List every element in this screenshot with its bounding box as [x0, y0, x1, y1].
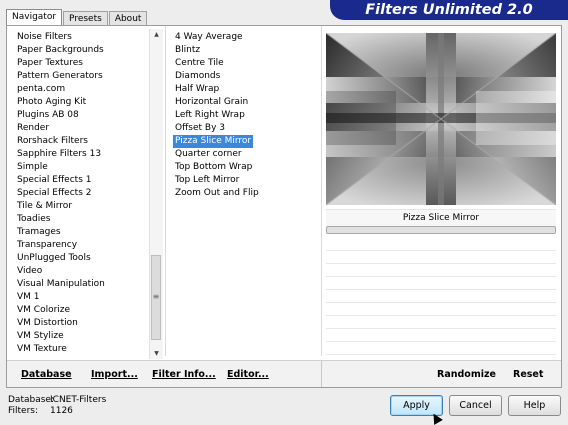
category-item[interactable]: VM 1 [15, 291, 150, 304]
filter-item[interactable]: Pizza Slice Mirror [173, 135, 254, 148]
filter-item[interactable]: Centre Tile [173, 57, 323, 70]
tab-presets[interactable]: Presets [63, 11, 108, 26]
help-button[interactable]: Help [508, 395, 561, 416]
category-item[interactable]: Simple [15, 161, 150, 174]
filter-item[interactable]: Top Left Mirror [173, 174, 323, 187]
filter-item[interactable]: Blintz [173, 44, 323, 57]
database-label: Database: [8, 395, 54, 405]
filter-item[interactable]: Left Right Wrap [173, 109, 323, 122]
database-info: Database: ICNET-Filters Filters: 1126 [8, 395, 158, 417]
tab-navigator[interactable]: Navigator [6, 9, 63, 26]
category-item[interactable]: Plugins AB 08 [15, 109, 150, 122]
category-item[interactable]: UnPlugged Tools [15, 252, 150, 265]
category-item[interactable]: Sapphire Filters 13 [15, 148, 150, 161]
category-item[interactable]: Render [15, 122, 150, 135]
preview-progress-bar [326, 226, 556, 234]
divider [321, 361, 322, 387]
category-item[interactable]: Transparency [15, 239, 150, 252]
tab-about[interactable]: About [108, 11, 148, 26]
category-item[interactable]: Video [15, 265, 150, 278]
filter-list[interactable]: 4 Way Average Blintz Centre Tile Diamonds Ha… [173, 31, 323, 200]
category-item[interactable]: Toadies [15, 213, 150, 226]
category-item[interactable]: Visual Manipulation [15, 278, 150, 291]
filter-item[interactable]: Diamonds [173, 70, 323, 83]
cancel-button[interactable]: Cancel [449, 395, 502, 416]
database-value: ICNET-Filters [50, 395, 107, 405]
scroll-up-icon[interactable]: ▲ [150, 29, 163, 40]
reset-button[interactable]: Reset [513, 368, 543, 381]
filter-item[interactable]: Offset By 3 [173, 122, 323, 135]
category-list[interactable]: Noise Filters Paper Backgrounds Paper Text… [15, 31, 150, 355]
panel-toolbar: Database Import... Filter Info... Editor… [7, 360, 561, 387]
divider [321, 26, 322, 356]
tab-bar: Navigator Presets About [6, 9, 148, 26]
category-item[interactable]: Paper Textures [15, 57, 150, 70]
category-item[interactable]: penta.com [15, 83, 150, 96]
filter-item[interactable]: Quarter corner [173, 148, 323, 161]
category-item[interactable]: Photo Aging Kit [15, 96, 150, 109]
category-item[interactable]: Pattern Generators [15, 70, 150, 83]
database-button[interactable]: Database [21, 368, 72, 381]
filter-item[interactable]: Zoom Out and Flip [173, 187, 323, 200]
app-logo: Filters Unlimited 2.0 [330, 0, 568, 20]
category-item[interactable]: VM Colorize [15, 304, 150, 317]
category-scrollbar[interactable]: ▲ ≡ ▼ [149, 29, 163, 359]
import-button[interactable]: Import... [91, 368, 138, 381]
filter-item[interactable]: Horizontal Grain [173, 96, 323, 109]
category-item[interactable]: VM Stylize [15, 330, 150, 343]
filter-preview [326, 33, 556, 205]
divider [165, 26, 166, 356]
filter-item[interactable]: Half Wrap [173, 83, 323, 96]
scroll-thumb[interactable]: ≡ [151, 255, 161, 340]
category-item[interactable]: Special Effects 1 [15, 174, 150, 187]
category-item[interactable]: Noise Filters [15, 31, 150, 44]
category-item[interactable]: Rorshack Filters [15, 135, 150, 148]
category-item[interactable]: Special Effects 2 [15, 187, 150, 200]
filter-item[interactable]: 4 Way Average [173, 31, 323, 44]
editor-button[interactable]: Editor... [227, 368, 269, 381]
category-item[interactable]: Tramages [15, 226, 150, 239]
preview-image [326, 33, 556, 205]
preview-filter-name: Pizza Slice Mirror [326, 209, 556, 226]
filter-item[interactable]: Top Bottom Wrap [173, 161, 323, 174]
category-item[interactable]: VM Texture [15, 343, 150, 355]
category-item[interactable]: Paper Backgrounds [15, 44, 150, 57]
filter-controls-area [326, 238, 556, 356]
filters-count: 1126 [50, 406, 73, 416]
category-item[interactable]: Tile & Mirror [15, 200, 150, 213]
filters-label: Filters: [8, 406, 39, 416]
randomize-button[interactable]: Randomize [437, 368, 496, 381]
category-item[interactable]: VM Distortion [15, 317, 150, 330]
scroll-down-icon[interactable]: ▼ [150, 348, 163, 359]
navigator-panel: Noise Filters Paper Backgrounds Paper Text… [6, 25, 562, 388]
filter-info-button[interactable]: Filter Info... [152, 368, 216, 381]
